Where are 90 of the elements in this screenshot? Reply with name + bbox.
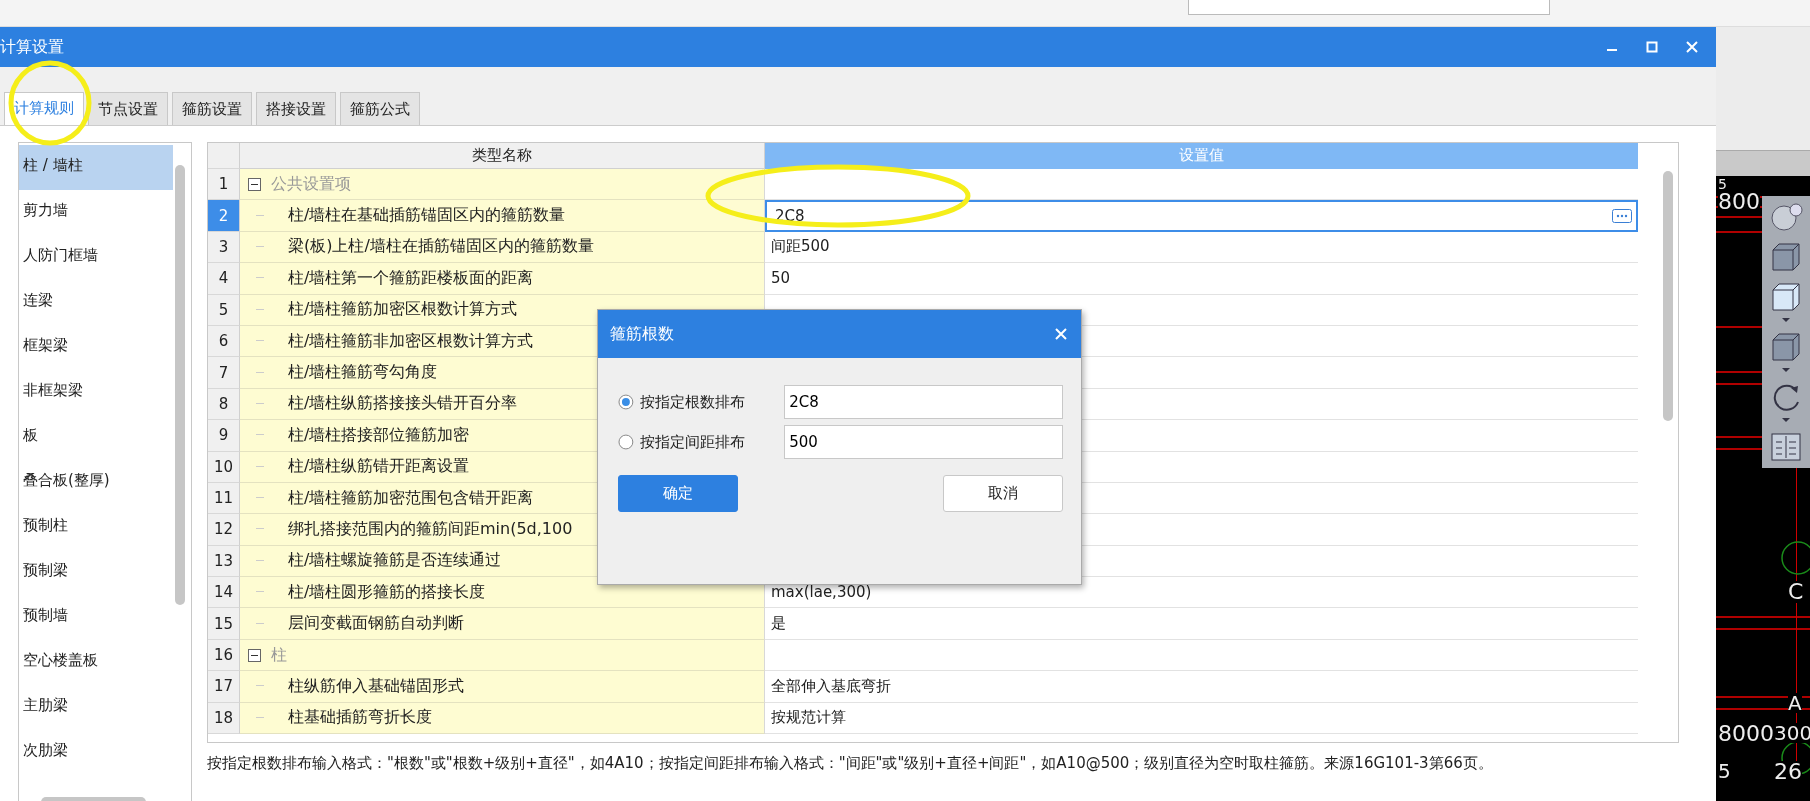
category-item[interactable]: 非框架梁 <box>19 370 173 415</box>
axis-label: 5 <box>1718 761 1731 781</box>
setting-name: 柱/墙柱第一个箍筋距楼板面的距离 <box>288 267 534 289</box>
setting-name: 柱/墙柱纵筋错开距离设置 <box>288 456 470 478</box>
radio-button[interactable] <box>618 434 634 450</box>
checklist-icon[interactable] <box>1769 430 1803 464</box>
collapse-icon[interactable] <box>248 177 261 191</box>
row-number[interactable]: 16 <box>208 639 240 672</box>
setting-value[interactable]: 全部伸入基底弯折 <box>765 671 1638 703</box>
row-number[interactable]: 15 <box>208 608 240 640</box>
row-number[interactable]: 18 <box>208 702 240 735</box>
cube-icon[interactable] <box>1769 280 1803 324</box>
setting-value[interactable]: 是 <box>765 608 1638 640</box>
setting-name: 柱/墙柱箍筋非加密区根数计算方式 <box>288 330 534 352</box>
row-number[interactable]: 7 <box>208 357 240 389</box>
tab[interactable]: 搭接设置 <box>256 92 336 125</box>
close-icon[interactable] <box>1686 41 1698 53</box>
setting-name: 柱纵筋伸入基础锚固形式 <box>288 675 464 697</box>
collapse-icon[interactable] <box>248 648 261 662</box>
setting-name: 柱/墙柱螺旋箍筋是否连续通过 <box>288 550 502 572</box>
category-item[interactable]: 次肋梁 <box>19 730 173 775</box>
setting-name: 柱/墙柱箍筋弯勾角度 <box>288 362 438 384</box>
tab[interactable]: 计算规则 <box>4 92 84 125</box>
row-number[interactable]: 13 <box>208 545 240 578</box>
window-title: 计算设置 <box>0 36 64 58</box>
cancel-button[interactable]: 取消 <box>943 475 1063 512</box>
setting-name: 柱/墙柱纵筋搭接接头错开百分率 <box>288 393 518 415</box>
maximize-icon[interactable] <box>1646 41 1658 53</box>
help-text: 按指定根数排布输入格式："根数"或"根数+级别+直径"，如4A10；按指定间距排布输入格式："间距"或"级别+直径+间距"，如A10@500；级别直径为空时取柱箍筋。来源16G101-3第66页。 <box>207 753 1494 774</box>
row-number[interactable]: 11 <box>208 482 240 515</box>
axis-label: C <box>1788 581 1804 603</box>
close-icon[interactable] <box>1055 328 1067 340</box>
row-number[interactable]: 5 <box>208 294 240 326</box>
category-item[interactable]: 剪力墙 <box>19 190 173 235</box>
setting-name: 梁(板)上柱/墙柱在插筋锚固区内的箍筋数量 <box>288 236 594 258</box>
ok-button[interactable]: 确定 <box>618 475 738 512</box>
axis-label: 5 <box>1718 177 1727 191</box>
axis-label: A <box>1788 693 1802 713</box>
tab[interactable]: 节点设置 <box>88 92 168 125</box>
category-item[interactable]: 预制梁 <box>19 550 173 595</box>
axis-label: 300 <box>1774 723 1810 743</box>
category-item[interactable]: 空心楼盖板 <box>19 640 173 685</box>
input-field[interactable]: 2C8 <box>784 385 1063 419</box>
setting-value[interactable]: 间距500 <box>765 231 1638 264</box>
category-item[interactable]: 人防门框墙 <box>19 235 173 280</box>
row-number[interactable]: 10 <box>208 451 240 483</box>
dialog-title: 箍筋根数 <box>610 323 674 345</box>
category-item[interactable]: 连梁 <box>19 280 173 325</box>
tab[interactable]: 箍筋公式 <box>340 92 420 125</box>
category-item[interactable]: 预制柱 <box>19 505 173 550</box>
row-number[interactable]: 6 <box>208 325 240 358</box>
radio-button[interactable] <box>618 394 634 410</box>
row-number[interactable]: 12 <box>208 514 240 546</box>
category-item[interactable]: 主肋梁 <box>19 685 173 730</box>
setting-name: 柱/墙柱圆形箍筋的搭接长度 <box>288 581 486 603</box>
scrollbar-thumb[interactable] <box>1663 171 1673 421</box>
setting-name: 柱/墙柱箍筋加密区根数计算方式 <box>288 299 518 321</box>
option-label[interactable]: 按指定间距排布 <box>639 432 779 452</box>
option-label[interactable]: 按指定根数排布 <box>639 392 779 412</box>
cube-icon[interactable] <box>1769 330 1803 374</box>
category-item[interactable]: 板 <box>19 415 173 460</box>
setting-name: 柱基础插筋弯折长度 <box>288 707 432 729</box>
row-number[interactable]: 17 <box>208 671 240 703</box>
row-number[interactable]: 4 <box>208 263 240 295</box>
setting-name: 柱/墙柱搭接部位箍筋加密 <box>288 424 470 446</box>
row-number[interactable]: 14 <box>208 577 240 609</box>
row-number[interactable]: 3 <box>208 231 240 264</box>
setting-name: 层间变截面钢筋自动判断 <box>288 613 464 635</box>
row-number[interactable]: 8 <box>208 388 240 421</box>
category-item[interactable]: 叠合板(整厚) <box>19 460 173 505</box>
orbit-icon[interactable] <box>1768 200 1804 234</box>
row-number[interactable]: 1 <box>208 169 240 201</box>
tab[interactable]: 箍筋设置 <box>172 92 252 125</box>
search-field[interactable] <box>1188 0 1550 15</box>
setting-value[interactable]: 按规范计算 <box>765 702 1638 735</box>
category-item[interactable]: 柱 / 墙柱 <box>19 145 173 190</box>
input-field[interactable]: 500 <box>784 425 1063 459</box>
setting-name: 柱/墙柱箍筋加密范围包含错开距离 <box>288 487 534 509</box>
setting-name: 绑扎搭接范围内的箍筋间距min(5d,100 <box>288 519 573 540</box>
row-number[interactable]: 9 <box>208 420 240 452</box>
cube-icon[interactable] <box>1769 240 1803 274</box>
category-item[interactable]: 预制墙 <box>19 595 173 640</box>
more-icon[interactable] <box>1612 209 1632 224</box>
setting-name: 柱/墙柱在基础插筋锚固区内的箍筋数量 <box>288 205 566 227</box>
category-item[interactable]: 框架梁 <box>19 325 173 370</box>
group-label: 公共设置项 <box>271 173 351 195</box>
group-label: 柱 <box>271 644 287 666</box>
setting-value[interactable]: 50 <box>765 263 1638 295</box>
scrollbar-thumb[interactable] <box>175 165 185 605</box>
column-header[interactable]: 类型名称 <box>240 143 765 169</box>
